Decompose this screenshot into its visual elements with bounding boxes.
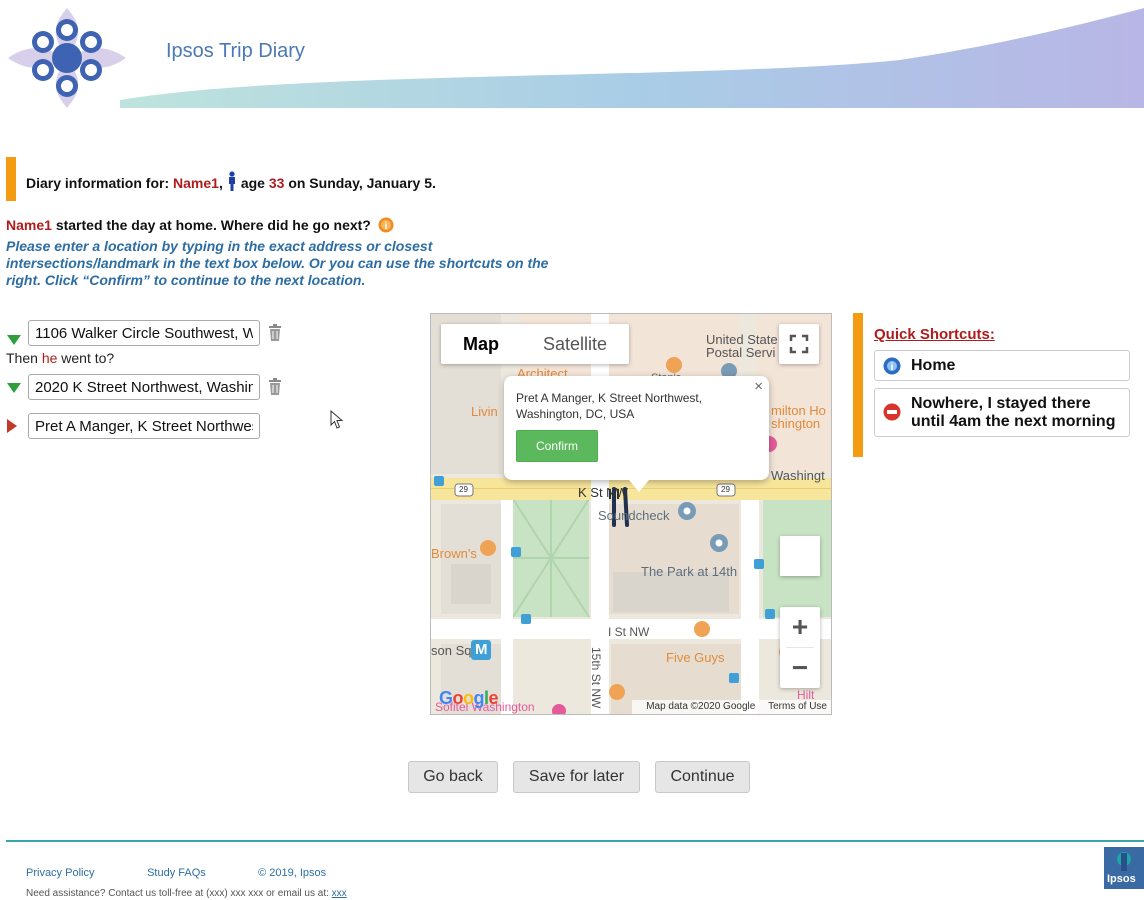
svg-text:i: i [891,362,894,373]
then-word: Then [6,350,38,366]
save-for-later-button[interactable]: Save for later [513,761,640,793]
footer-links: Privacy Policy Study FAQs © 2019, Ipsos [26,867,326,879]
continue-button[interactable]: Continue [655,761,750,793]
map-label-i-st: I St NW [608,625,650,639]
person-name: Name1 [173,175,219,191]
question-text: started the day at home. Where did he go… [55,217,371,233]
confirm-button[interactable]: Confirm [516,430,598,462]
stop-icon [883,403,901,421]
app-title: Ipsos Trip Diary [166,40,305,62]
quick-shortcuts-title: Quick Shortcuts: [874,326,995,343]
map-view[interactable]: United State Postal Servi Architect Stan… [430,313,832,715]
person-age: 33 [268,175,285,191]
map-route-29-east: 29 [721,485,730,494]
map-label-son-sq: son Sq [431,643,472,658]
map-label-park-14th: The Park at 14th [641,564,738,579]
shortcuts-accent-bar [853,313,863,457]
info-window-close-button[interactable]: × [754,378,763,395]
fullscreen-button[interactable] [779,324,819,364]
map-label-five-guys: Five Guys [666,650,725,665]
shortcut-home-label: Home [911,357,956,374]
street-view-button[interactable] [780,536,820,576]
question-line: Name1 started the day at home. Where did… [6,217,394,233]
ipsos-logo-mark [1117,852,1131,871]
map-type-control: Map Satellite [441,324,630,364]
person-icon [228,171,235,191]
help-icon[interactable]: i [378,217,394,233]
map-route-29-west: 29 [459,485,468,494]
went-to-word: went to? [61,350,115,366]
diary-info-line: Diary information for: Name1, age 33 on … [26,171,436,191]
delete-location-1-trash-icon[interactable] [268,324,282,341]
metro-icon: M [475,641,488,658]
header: Ipsos Trip Diary [0,0,1144,112]
map-label-15th-st: 15th St NW [589,647,603,709]
diary-info-prefix: Diary information for: [26,175,170,191]
copyright-text: © 2019, Ipsos [258,867,327,879]
map-label-k-st: K St NW [578,485,628,500]
shortcut-home-button[interactable]: i Home [874,350,1130,381]
privacy-policy-link[interactable]: Privacy Policy [26,867,144,879]
map-attribution: Map data ©2020 Google Terms of Use [632,700,831,714]
map-label-shington: shington [771,416,821,431]
shortcut-nowhere-button[interactable]: Nowhere, I stayed there until 4am the ne… [874,388,1130,437]
fullscreen-icon [789,334,809,354]
map-data-credit: Map data ©2020 Google [646,701,756,712]
ipsos-trip-diary-logo [8,8,126,108]
shortcut-nowhere-label: Nowhere, I stayed there until 4am the ne… [911,395,1115,431]
home-info-icon: i [883,357,901,375]
go-back-button[interactable]: Go back [408,761,498,793]
map-label-postal: Postal Servi [706,345,776,360]
assistance-message: Need assistance? Contact us toll-free at… [26,888,329,899]
ipsos-logo-text: Ipsos [1107,873,1136,885]
zoom-out-button[interactable]: − [780,648,820,688]
svg-text:i: i [384,221,387,232]
map-type-satellite-tab[interactable]: Satellite [521,324,629,364]
info-accent-bar [6,157,16,201]
map-label-washingt: Washingt [771,468,825,483]
info-window: Pret A Manger, K Street Northwest, Washi… [504,376,769,492]
red-triangle-marker-icon [7,419,17,433]
age-label: age [240,175,265,191]
terms-of-use-link[interactable]: Terms of Use [768,701,827,712]
green-triangle-marker-icon [7,383,21,393]
info-window-address: Pret A Manger, K Street Northwest, Washi… [516,391,703,421]
zoom-in-button[interactable]: + [780,607,820,647]
diary-comma: , [218,175,223,191]
shortcut-nowhere-line1: Nowhere, I stayed there [911,395,1091,412]
map-type-map-tab[interactable]: Map [441,324,521,364]
assistance-text: Need assistance? Contact us toll-free at… [26,888,347,899]
footer-divider [6,840,1144,842]
location-input-2[interactable] [28,374,260,400]
delete-location-2-trash-icon[interactable] [268,378,282,395]
study-faqs-link[interactable]: Study FAQs [147,867,255,879]
location-input-1[interactable] [28,320,260,346]
google-logo: Google [439,688,499,708]
zoom-control: + − [780,607,820,688]
map-label-soundcheck: Soundcheck [598,508,670,523]
map-label-browns: Brown's [431,546,477,561]
shortcut-nowhere-line2: until 4am the next morning [911,413,1116,430]
ipsos-logo: Ipsos [1104,847,1144,889]
question-name: Name1 [6,217,52,233]
map-label-living: Livin [471,404,498,419]
location-input-3[interactable] [28,413,260,439]
instructions-text: Please enter a location by typing in the… [6,238,549,288]
then-went-to-text: Then he went to? [6,350,114,366]
mouse-cursor-icon [330,410,344,429]
diary-date: on Sunday, January 5. [288,175,436,191]
green-triangle-marker-icon [7,335,21,345]
he-word: he [41,350,58,366]
support-email-link[interactable]: xxx [332,888,347,899]
